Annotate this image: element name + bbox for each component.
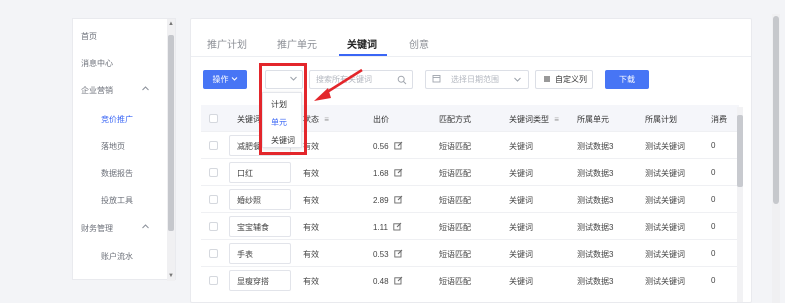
page-scrollbar[interactable] — [772, 14, 780, 303]
page-scroll-thumb[interactable] — [773, 16, 779, 204]
annotation-arrow — [314, 68, 363, 101]
